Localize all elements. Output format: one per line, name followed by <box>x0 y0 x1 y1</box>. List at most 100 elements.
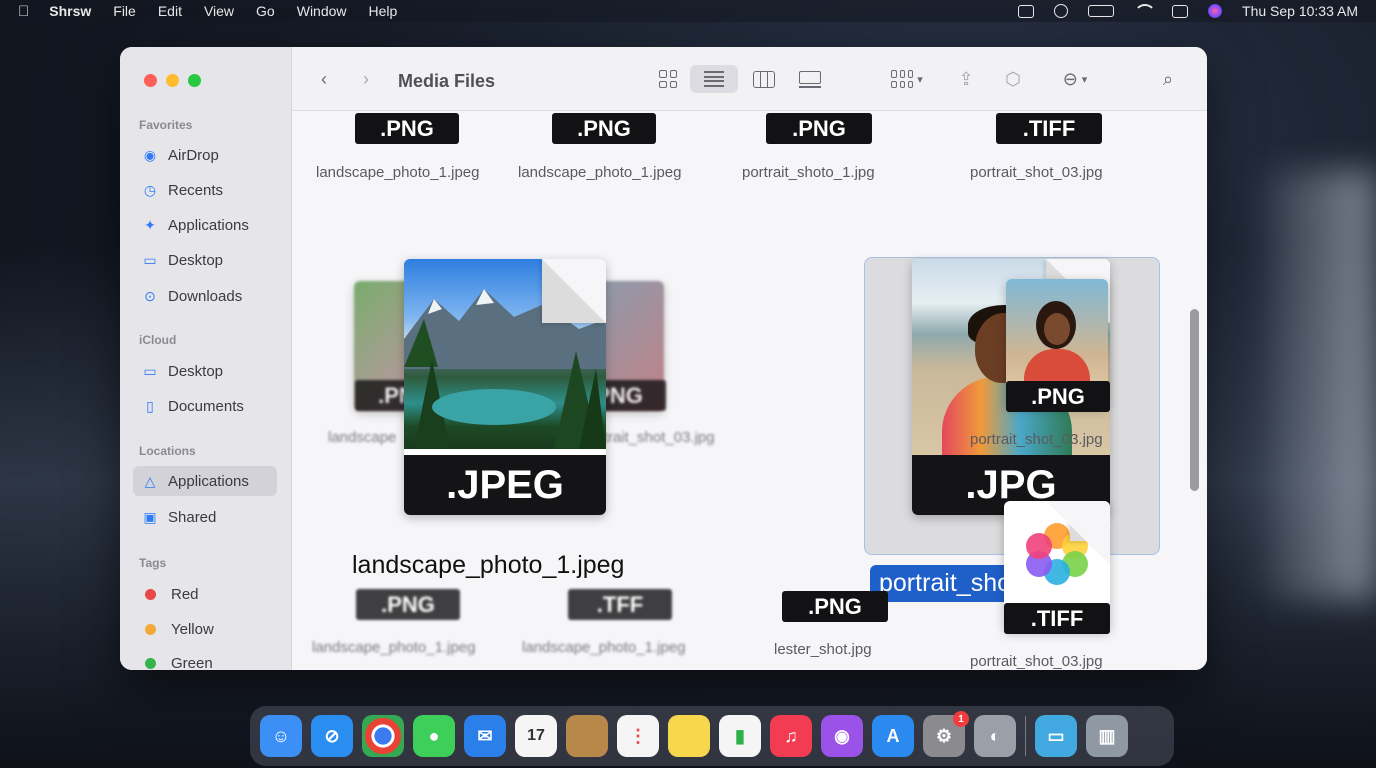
file-badge: .PNG <box>1006 381 1110 412</box>
page-fold <box>542 259 606 323</box>
menu-help[interactable]: Help <box>369 3 398 19</box>
notification-badge: 1 <box>953 711 969 727</box>
column-view-button[interactable] <box>748 65 780 93</box>
file-badge: .PNG <box>782 591 888 622</box>
privacy-icon[interactable]: ◐ <box>974 715 1016 757</box>
notes-icon[interactable] <box>668 715 710 757</box>
safari-icon[interactable]: ⊘ <box>311 715 353 757</box>
file-type-label: .JPEG <box>404 455 606 515</box>
gallery-view-button[interactable] <box>794 65 826 93</box>
file-badge: .PNG <box>355 113 459 144</box>
tag-icon: ⬡ <box>1005 68 1021 89</box>
sidebar-item-downloads[interactable]: ⊙ Downloads <box>133 281 277 311</box>
list-icon <box>704 71 724 87</box>
numbers-icon[interactable]: ▮ <box>719 715 761 757</box>
mail-icon[interactable]: ✉ <box>464 715 506 757</box>
plus-square-icon[interactable] <box>1018 4 1035 18</box>
search-button[interactable]: ⌕ <box>1154 65 1182 93</box>
sidebar-item-recents[interactable]: ◷ Recents <box>133 175 277 205</box>
sidebar-tag-green[interactable]: Green <box>133 648 277 670</box>
file-name[interactable]: landscape_photo_1.jpeg <box>518 164 681 181</box>
menu-edit[interactable]: Edit <box>158 3 182 19</box>
trash-icon[interactable]: ▥ <box>1086 715 1128 757</box>
menu-view[interactable]: View <box>204 3 234 19</box>
menubar-clock[interactable]: Thu Sep 10:33 AM <box>1242 3 1358 19</box>
red-tag-dot <box>145 588 156 600</box>
applications-icon: △ <box>144 472 156 489</box>
calendar-icon[interactable]: 17 <box>515 715 557 757</box>
wallpaper-glow <box>1266 170 1376 600</box>
sidebar-item-icloud-desktop[interactable]: ▭ Desktop <box>133 356 277 386</box>
file-name[interactable]: portrait_shoto_1.jpg <box>742 164 875 181</box>
yellow-tag-dot <box>145 623 156 635</box>
icon-view-button[interactable] <box>654 65 682 93</box>
sidebar-item-applications[interactable]: ✦ Applications <box>133 210 277 240</box>
podcasts-icon[interactable]: ◉ <box>821 715 863 757</box>
menu-go[interactable]: Go <box>256 3 275 19</box>
file-grid: .PNG landscape_photo_1.jpeg .PNG landsca… <box>292 111 1207 670</box>
file-name[interactable]: landscape_photo_1.jpeg <box>312 639 475 656</box>
document-icon: ▯ <box>146 397 154 414</box>
menu-window[interactable]: Window <box>297 3 347 19</box>
settings-icon[interactable]: ⚙ 1 <box>923 711 969 757</box>
group-grid-icon <box>891 70 914 88</box>
reminders-icon[interactable]: ⋮ <box>617 715 659 757</box>
sidebar-item-desktop[interactable]: ▭ Desktop <box>133 245 277 275</box>
wifi-icon[interactable] <box>1134 4 1157 18</box>
sidebar-header-locations: Locations <box>139 444 196 458</box>
music-icon[interactable]: ♫ <box>770 715 812 757</box>
file-name[interactable]: landscape_photo_1.jpeg <box>316 164 479 181</box>
person-face <box>1044 313 1070 345</box>
share-button[interactable]: ⇪ <box>952 65 980 93</box>
sidebar-item-locations-applications[interactable]: △ Applications <box>133 466 277 496</box>
finder-window: Favorites ◉ AirDrop ◷ Recents ✦ Application… <box>120 47 1207 670</box>
file-name[interactable]: portrait_shot_03.jpg <box>970 653 1103 670</box>
folder-icon[interactable]: ▭ <box>1035 715 1077 757</box>
chevron-right-icon: › <box>363 68 369 89</box>
sidebar-item-documents[interactable]: ▯ Documents <box>133 391 277 421</box>
back-button[interactable]: ‹ <box>312 65 336 93</box>
list-view-button[interactable] <box>690 65 738 93</box>
file-name[interactable]: landscape_photo_1.jpeg <box>522 639 685 656</box>
forward-button[interactable]: › <box>354 65 378 93</box>
group-button[interactable]: ▾ <box>884 65 930 93</box>
chrome-icon[interactable] <box>362 715 404 757</box>
vertical-scrollbar[interactable] <box>1190 309 1199 491</box>
contacts-icon[interactable] <box>566 715 608 757</box>
battery-icon[interactable] <box>1088 5 1115 17</box>
file-thumbnail-landscape[interactable]: .JPEG <box>404 259 606 515</box>
file-name[interactable]: landscape <box>328 429 396 446</box>
apple-menu-icon[interactable]:  <box>18 3 29 20</box>
download-icon: ⊙ <box>144 287 156 304</box>
appstore-icon[interactable]: A <box>872 715 914 757</box>
zoom-button[interactable] <box>188 74 201 87</box>
green-tag-dot <box>145 657 156 669</box>
file-badge: .TIFF <box>1004 603 1110 634</box>
sidebar-tag-yellow[interactable]: Yellow <box>133 614 277 644</box>
control-center-icon[interactable] <box>1172 4 1189 18</box>
sidebar-tag-red[interactable]: Red <box>133 579 277 609</box>
file-name[interactable]: portrait_shot_03.jpg <box>970 431 1103 448</box>
shared-icon: ▣ <box>143 508 157 525</box>
finder-icon[interactable]: ☺ <box>260 715 302 757</box>
siri-icon[interactable] <box>1208 4 1223 18</box>
file-name[interactable]: lester_shot.jpg <box>774 641 872 658</box>
chevron-down-icon: ▾ <box>917 73 923 86</box>
menu-bar:  Shrsw File Edit View Go Window Help Th… <box>0 0 1376 22</box>
tag-button[interactable]: ⬡ <box>998 65 1028 93</box>
sidebar-item-airdrop[interactable]: ◉ AirDrop <box>133 140 277 170</box>
file-name-landscape[interactable]: landscape_photo_1.jpeg <box>352 551 624 580</box>
window-title: Media Files <box>398 70 496 91</box>
close-button[interactable] <box>144 74 157 87</box>
file-name[interactable]: portrait_shot_03.jpg <box>970 164 1103 181</box>
focus-icon[interactable] <box>1054 4 1069 18</box>
more-actions-button[interactable]: ⊖ ▾ <box>1052 65 1098 93</box>
menu-file[interactable]: File <box>113 3 136 19</box>
dock: ☺ ⊘ ● ✉ 17 ⋮ ▮ ♫ ◉ A ⚙ 1 ◐ ▭ ▥ <box>250 706 1174 766</box>
sidebar: Favorites ◉ AirDrop ◷ Recents ✦ Application… <box>120 47 292 670</box>
messages-icon[interactable]: ● <box>413 715 455 757</box>
sidebar-item-shared[interactable]: ▣ Shared <box>133 502 277 532</box>
minimize-button[interactable] <box>166 74 179 87</box>
chevron-left-icon: ‹ <box>321 68 327 89</box>
app-menu[interactable]: Shrsw <box>49 3 91 19</box>
